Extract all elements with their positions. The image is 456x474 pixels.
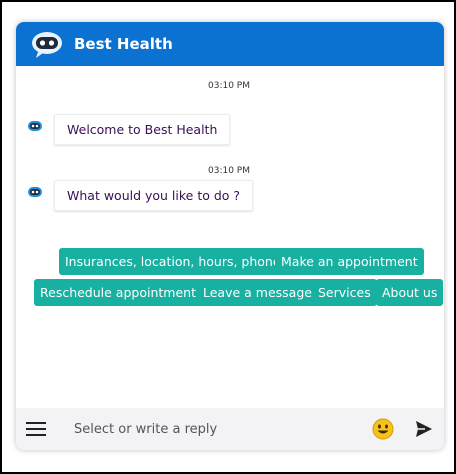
quick-reply-reschedule[interactable]: Reschedule appointment — [34, 279, 202, 306]
send-icon[interactable] — [414, 419, 434, 439]
message-timestamp: 03:10 PM — [208, 166, 250, 176]
message-list: 03:10 PM Welcome to Best Health 03:10 PM… — [16, 66, 444, 408]
robot-icon — [32, 32, 62, 58]
bot-message-bubble: Welcome to Best Health — [54, 114, 231, 145]
quick-reply-about-us[interactable]: About us — [376, 279, 444, 306]
reply-bar — [16, 408, 444, 450]
robot-icon — [28, 121, 42, 131]
screenshot-frame: Best Health 03:10 PM Welcome to Best Hea… — [0, 0, 456, 474]
chat-widget: Best Health 03:10 PM Welcome to Best Hea… — [16, 22, 444, 450]
quick-reply-make-appointment[interactable]: Make an appointment — [275, 248, 424, 275]
robot-icon — [28, 187, 42, 197]
bot-message-bubble: What would you like to do ? — [54, 180, 254, 211]
quick-reply-insurances[interactable]: Insurances, location, hours, phone — [59, 248, 287, 275]
chat-title: Best Health — [74, 35, 173, 53]
message-timestamp: 03:10 PM — [208, 81, 250, 91]
quick-reply-services[interactable]: Services — [312, 279, 377, 306]
smiley-emoji-icon[interactable] — [372, 418, 394, 440]
reply-input[interactable] — [72, 420, 366, 438]
chat-header: Best Health — [16, 22, 444, 66]
hamburger-icon[interactable] — [26, 421, 48, 437]
quick-reply-leave-message[interactable]: Leave a message — [197, 279, 318, 306]
